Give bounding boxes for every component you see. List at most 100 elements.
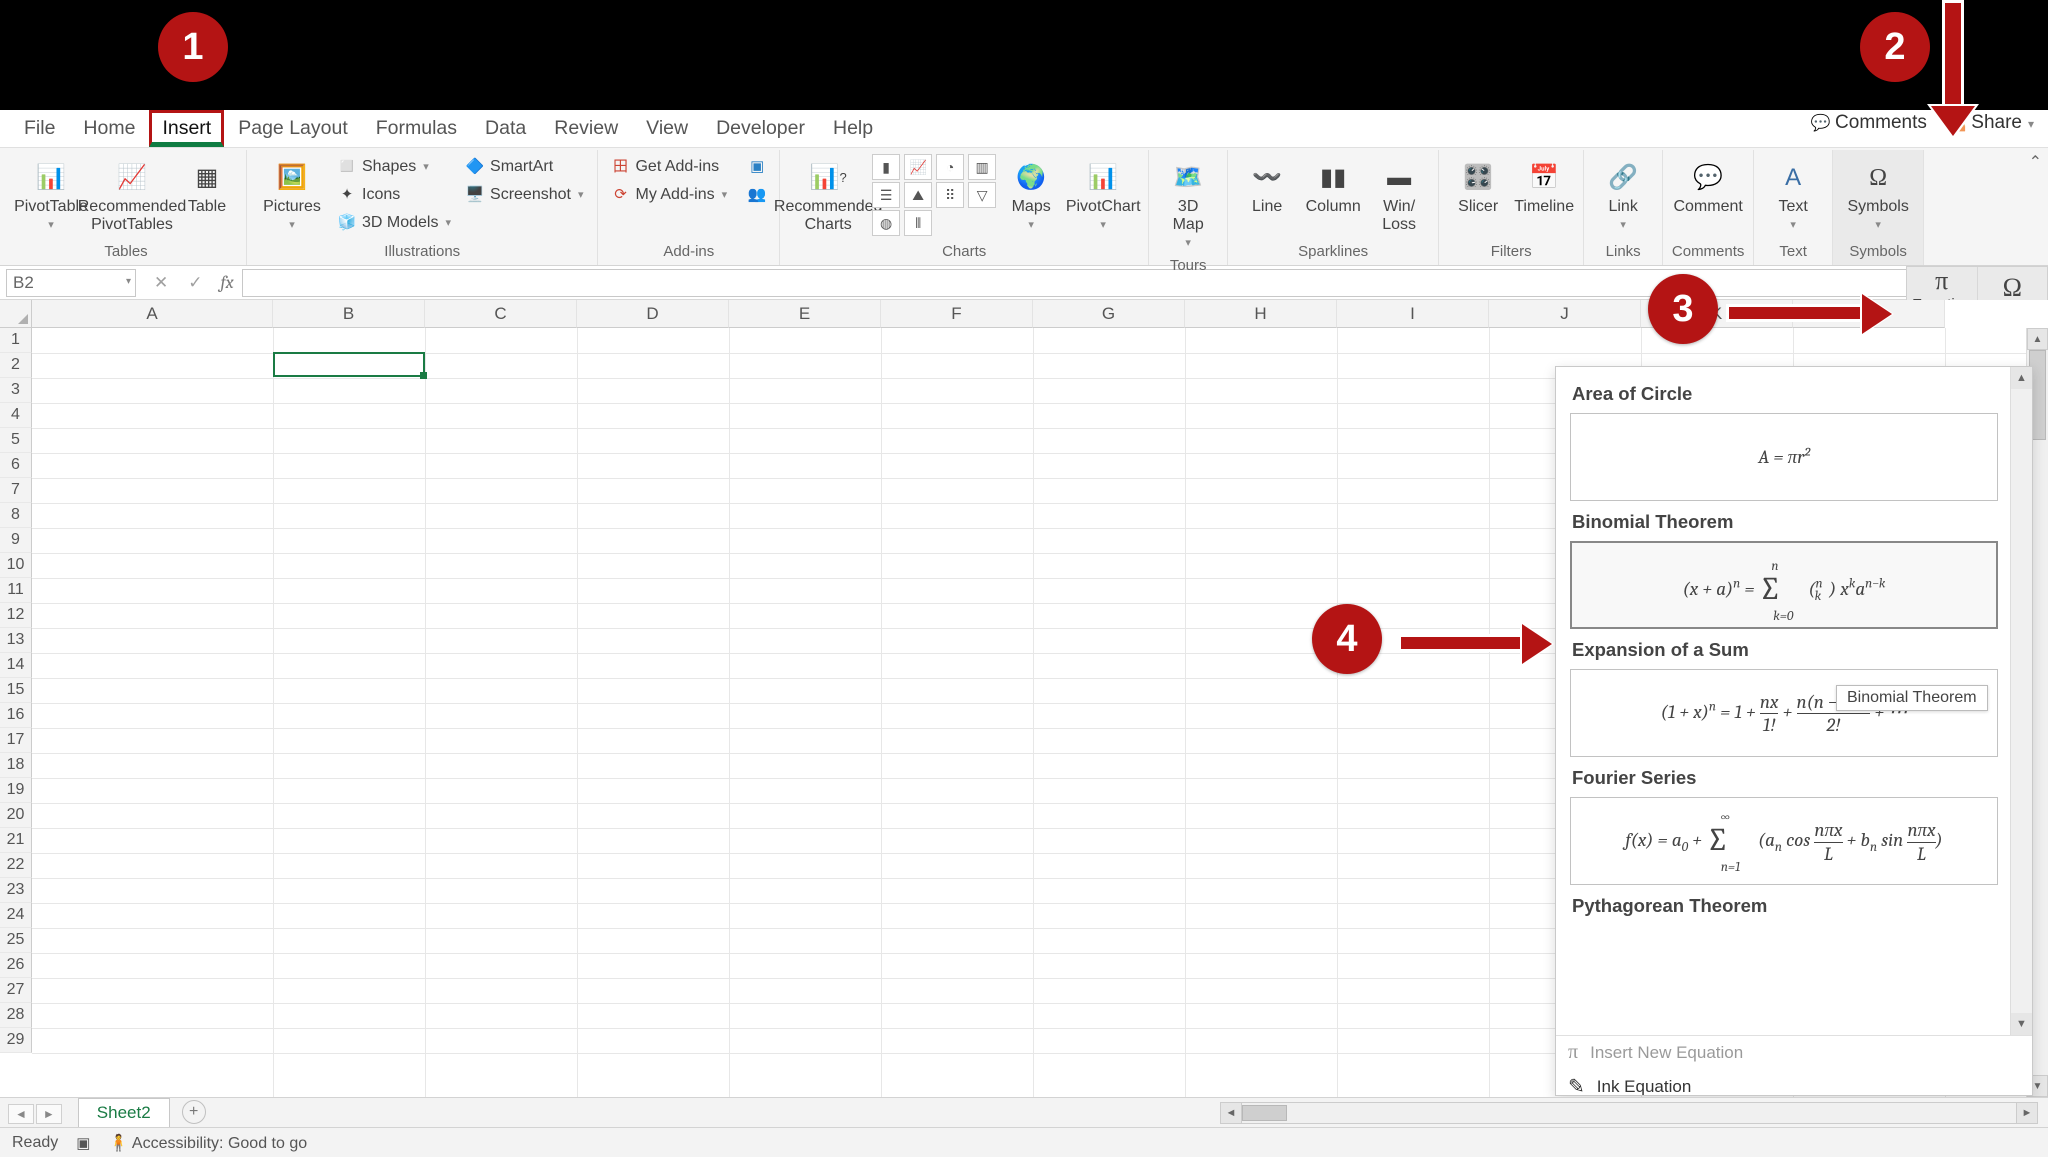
collapse-ribbon-icon[interactable]: ⌃ — [2029, 152, 2042, 172]
selected-cell[interactable] — [273, 352, 425, 377]
table-button[interactable]: ▦Table — [176, 154, 238, 218]
timeline-button[interactable]: 📅Timeline — [1513, 154, 1575, 218]
name-box[interactable]: B2▾ — [6, 269, 136, 297]
tab-formulas[interactable]: Formulas — [362, 110, 471, 147]
row-header[interactable]: 14 — [0, 653, 32, 678]
sheet-tab[interactable]: Sheet2 — [78, 1098, 170, 1127]
row-header[interactable]: 18 — [0, 753, 32, 778]
insert-new-equation[interactable]: πInsert New Equation — [1556, 1036, 2032, 1069]
combo-chart-icon[interactable]: ⫴ — [904, 210, 932, 236]
pivotchart-button[interactable]: 📊PivotChart▾ — [1066, 154, 1140, 236]
equation-fourier-series[interactable]: f(x) = a0 + ∑n=1∞(an cos nπxL + bn sin n… — [1570, 797, 1998, 885]
row-header[interactable]: 12 — [0, 603, 32, 628]
macro-record-icon[interactable]: ▣ — [76, 1134, 90, 1152]
scroll-up-icon[interactable]: ▲ — [2011, 367, 2032, 389]
col-header[interactable]: I — [1337, 300, 1489, 328]
pictures-button[interactable]: 🖼️Pictures▾ — [255, 154, 329, 236]
funnel-chart-icon[interactable]: ▽ — [968, 182, 996, 208]
row-header[interactable]: 25 — [0, 928, 32, 953]
fx-icon[interactable]: fx — [221, 272, 234, 293]
col-header[interactable]: A — [32, 300, 273, 328]
tab-insert[interactable]: Insert — [149, 110, 224, 147]
equation-area-of-circle[interactable]: A = πr² — [1570, 413, 1998, 501]
equation-binomial-theorem[interactable]: (x + a)n = ∑k=0n(nk) xkan−k — [1570, 541, 1998, 629]
equation-expansion-of-sum[interactable]: (1 + x)n = 1 + nx1! + n(n − 1)x²2! + ⋯ — [1570, 669, 1998, 757]
row-header[interactable]: 15 — [0, 678, 32, 703]
col-header[interactable]: F — [881, 300, 1033, 328]
tab-page-layout[interactable]: Page Layout — [224, 110, 362, 147]
link-button[interactable]: 🔗Link▾ — [1592, 154, 1654, 236]
tab-review[interactable]: Review — [540, 110, 632, 147]
col-header[interactable]: D — [577, 300, 729, 328]
row-header[interactable]: 16 — [0, 703, 32, 728]
tab-developer[interactable]: Developer — [702, 110, 819, 147]
bar-chart-icon[interactable]: ☰ — [872, 182, 900, 208]
row-header[interactable]: 24 — [0, 903, 32, 928]
row-header[interactable]: 11 — [0, 578, 32, 603]
row-header[interactable]: 20 — [0, 803, 32, 828]
column-chart-icon[interactable]: ▮ — [872, 154, 900, 180]
row-header[interactable]: 5 — [0, 428, 32, 453]
area-chart-icon[interactable]: ⛰ — [904, 182, 932, 208]
scroll-thumb[interactable] — [1242, 1105, 1287, 1121]
symbols-button[interactable]: ΩSymbols▾ — [1841, 154, 1915, 236]
spark-line-button[interactable]: 〰️Line — [1236, 154, 1298, 218]
sheet-nav-next[interactable]: ► — [36, 1104, 62, 1124]
tab-view[interactable]: View — [632, 110, 702, 147]
row-header[interactable]: 22 — [0, 853, 32, 878]
slicer-button[interactable]: 🎛️Slicer — [1447, 154, 1509, 218]
text-button[interactable]: AText▾ — [1762, 154, 1824, 236]
row-header[interactable]: 9 — [0, 528, 32, 553]
accessibility-status[interactable]: 🧍 Accessibility: Good to go — [108, 1133, 307, 1153]
row-header[interactable]: 4 — [0, 403, 32, 428]
recommended-charts-button[interactable]: 📊?Recommended Charts — [788, 154, 868, 236]
spark-column-button[interactable]: ▮▮Column — [1302, 154, 1364, 218]
row-header[interactable]: 23 — [0, 878, 32, 903]
row-header[interactable]: 8 — [0, 503, 32, 528]
sheet-nav-prev[interactable]: ◄ — [8, 1104, 34, 1124]
new-sheet-button[interactable]: + — [182, 1100, 206, 1124]
stock-chart-icon[interactable]: ◍ — [872, 210, 900, 236]
icons-button[interactable]: ✦Icons — [333, 182, 457, 208]
row-header[interactable]: 2 — [0, 353, 32, 378]
row-header[interactable]: 6 — [0, 453, 32, 478]
screenshot-button[interactable]: 🖥️Screenshot▾ — [461, 182, 589, 208]
row-header[interactable]: 27 — [0, 978, 32, 1003]
col-header[interactable]: C — [425, 300, 577, 328]
recommended-pivottables-button[interactable]: 📈Recommended PivotTables — [92, 154, 172, 236]
shapes-button[interactable]: ◻️Shapes▾ — [333, 154, 457, 180]
tab-file[interactable]: File — [10, 110, 69, 147]
tab-home[interactable]: Home — [69, 110, 149, 147]
col-header[interactable]: J — [1489, 300, 1641, 328]
scroll-left-icon[interactable]: ◄ — [1220, 1102, 1242, 1124]
tab-help[interactable]: Help — [819, 110, 887, 147]
select-all-cell[interactable] — [0, 300, 32, 328]
row-header[interactable]: 19 — [0, 778, 32, 803]
scroll-up-icon[interactable]: ▲ — [2027, 328, 2048, 350]
row-header[interactable]: 10 — [0, 553, 32, 578]
row-header[interactable]: 3 — [0, 378, 32, 403]
maps-button[interactable]: 🌍Maps▾ — [1000, 154, 1062, 236]
3d-models-button[interactable]: 🧊3D Models▾ — [333, 210, 457, 236]
bing-maps-icon[interactable]: ▣ — [743, 154, 771, 180]
formula-input[interactable] — [242, 269, 2048, 297]
scatter-chart-icon[interactable]: ⠿ — [936, 182, 964, 208]
row-header[interactable]: 13 — [0, 628, 32, 653]
ink-equation[interactable]: ✎Ink Equation — [1556, 1069, 2032, 1096]
pie-chart-icon[interactable]: ◔ — [936, 154, 964, 180]
3d-map-button[interactable]: 🗺️3D Map▾ — [1157, 154, 1219, 254]
col-header[interactable]: B — [273, 300, 425, 328]
col-header[interactable]: G — [1033, 300, 1185, 328]
row-header[interactable]: 1 — [0, 328, 32, 353]
horizontal-scrollbar[interactable]: ◄ ► — [1220, 1102, 2038, 1124]
row-header[interactable]: 26 — [0, 953, 32, 978]
spark-winloss-button[interactable]: ▬Win/ Loss — [1368, 154, 1430, 236]
smartart-button[interactable]: 🔷SmartArt — [461, 154, 589, 180]
people-graph-icon[interactable]: 👥 — [743, 182, 771, 208]
col-header[interactable]: E — [729, 300, 881, 328]
row-header[interactable]: 29 — [0, 1028, 32, 1053]
comments-button[interactable]: Comments — [1811, 112, 1927, 134]
row-header[interactable]: 7 — [0, 478, 32, 503]
comment-button[interactable]: 💬Comment — [1671, 154, 1745, 218]
row-header[interactable]: 17 — [0, 728, 32, 753]
